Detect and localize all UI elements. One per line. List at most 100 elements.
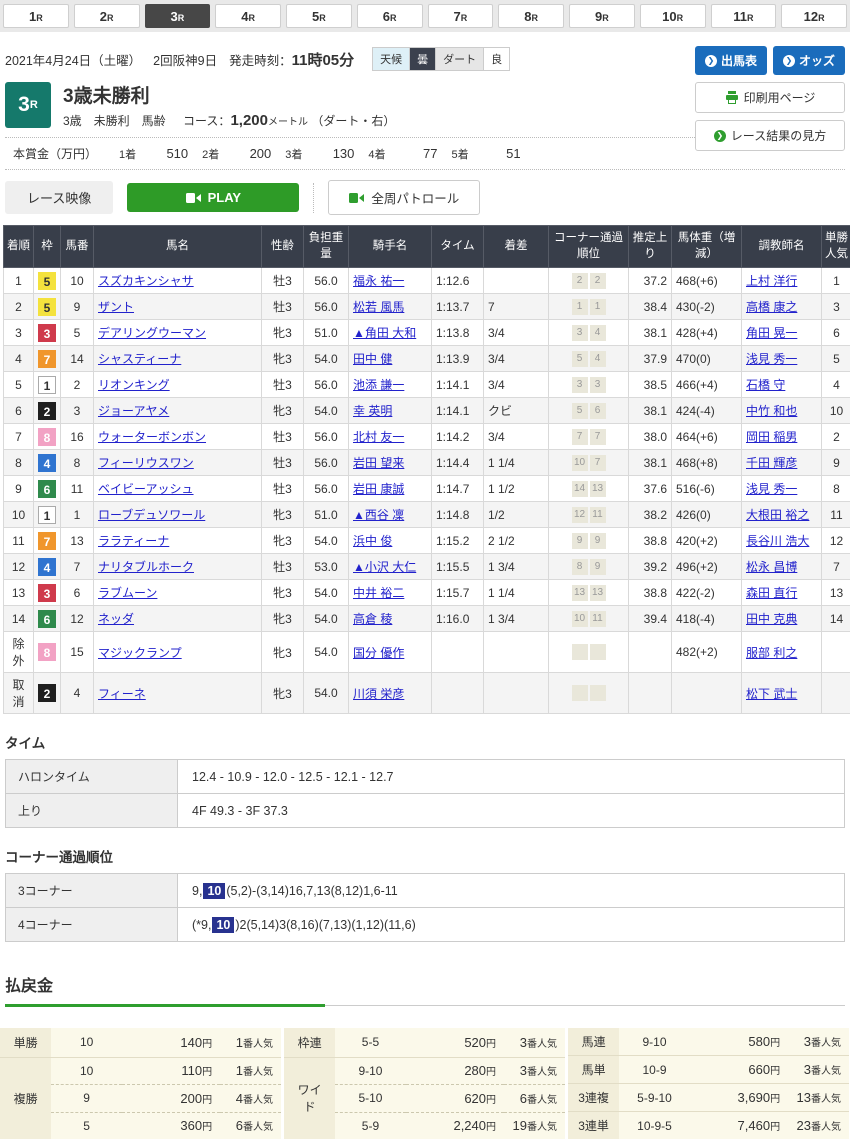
- horse-weight: 422(-2): [672, 580, 742, 606]
- horse-name-link[interactable]: マジックランプ: [98, 646, 182, 660]
- horse-name-link[interactable]: ローブデュソワール: [98, 508, 205, 522]
- jockey-name-link[interactable]: 浜中 俊: [353, 534, 392, 548]
- race-tab-11r[interactable]: 11R: [711, 4, 777, 28]
- finish-time: 1:15.7: [432, 580, 484, 606]
- jockey-name-link[interactable]: 池添 謙一: [353, 378, 404, 392]
- trainer-cell: 中竹 和也: [742, 398, 822, 424]
- horse-name-link[interactable]: スズカキンシャサ: [98, 274, 194, 288]
- race-tab-3r[interactable]: 3R: [145, 4, 211, 28]
- payout-amount: 7,460: [738, 1118, 771, 1133]
- trainer-name-link[interactable]: 高橋 康之: [746, 300, 797, 314]
- trainer-name-link[interactable]: 石橋 守: [746, 378, 785, 392]
- race-tab-2r[interactable]: 2R: [74, 4, 140, 28]
- jockey-name-link[interactable]: 中井 裕二: [353, 586, 404, 600]
- entries-button[interactable]: ❯ 出馬表: [695, 46, 767, 75]
- win-favorite-rank: [822, 673, 850, 714]
- jockey-name-link[interactable]: 国分 優作: [353, 646, 404, 660]
- prize-rank: 4着: [368, 146, 385, 162]
- trainer-name-link[interactable]: 浅見 秀一: [746, 482, 797, 496]
- trainer-name-link[interactable]: 松永 昌博: [746, 560, 797, 574]
- meet-info: 2回阪神9日: [153, 50, 217, 69]
- jockey-name-link[interactable]: 松若 風馬: [353, 300, 404, 314]
- jockey-name-link[interactable]: ▲角田 大和: [353, 326, 416, 340]
- trainer-name-link[interactable]: 上村 洋行: [746, 274, 797, 288]
- results-guide-button[interactable]: ❯ レース結果の見方: [695, 120, 845, 151]
- horse-name-link[interactable]: フィーネ: [98, 687, 146, 701]
- corner-position-box: 4: [590, 325, 606, 341]
- horse-name-link[interactable]: ザント: [98, 300, 134, 314]
- corner-positions-cell: 56: [549, 398, 629, 424]
- race-tab-7r[interactable]: 7R: [428, 4, 494, 28]
- corner-positions-cell: [549, 632, 629, 673]
- payout-combination: 10-9-5: [619, 1112, 690, 1139]
- tab-suffix: R: [248, 13, 255, 23]
- trainer-cell: 森田 直行: [742, 580, 822, 606]
- horse-name-link[interactable]: リオンキング: [98, 378, 170, 392]
- trainer-name-link[interactable]: 浅見 秀一: [746, 352, 797, 366]
- last-3f: [629, 632, 672, 673]
- jockey-name-link[interactable]: ▲小沢 大仁: [353, 560, 416, 574]
- jockey-name-link[interactable]: 北村 友一: [353, 430, 404, 444]
- sex-age: 牝3: [262, 632, 304, 673]
- jockey-name-link[interactable]: 田中 健: [353, 352, 392, 366]
- trainer-name-link[interactable]: 服部 利之: [746, 646, 797, 660]
- trainer-name-link[interactable]: 中竹 和也: [746, 404, 797, 418]
- horse-weight: 482(+2): [672, 632, 742, 673]
- horse-name-link[interactable]: ナリタブルホーク: [98, 560, 194, 574]
- race-tab-9r[interactable]: 9R: [569, 4, 635, 28]
- trainer-name-link[interactable]: 松下 武士: [746, 687, 797, 701]
- race-tab-1r[interactable]: 1R: [3, 4, 69, 28]
- horse-name-link[interactable]: シャスティーナ: [98, 352, 181, 366]
- favorite-unit: 番人気: [811, 1122, 841, 1133]
- horse-name-link[interactable]: ジョーアヤメ: [98, 404, 169, 418]
- corner-position-box: 13: [590, 481, 606, 497]
- race-tab-8r[interactable]: 8R: [498, 4, 564, 28]
- play-button-label: PLAY: [208, 190, 241, 205]
- race-tab-10r[interactable]: 10R: [640, 4, 706, 28]
- sex-age: 牝3: [262, 502, 304, 528]
- jockey-name-link[interactable]: 岩田 康誠: [353, 482, 404, 496]
- trainer-name-link[interactable]: 長谷川 浩大: [746, 534, 809, 548]
- race-tab-4r[interactable]: 4R: [215, 4, 281, 28]
- jockey-cell: ▲角田 大和: [349, 320, 432, 346]
- corner-position-box: 10: [572, 455, 588, 471]
- payout-row: 枠連5-5520円3番人気: [284, 1028, 565, 1057]
- jockey-name-link[interactable]: ▲西谷 凜: [353, 508, 404, 522]
- print-button[interactable]: 印刷用ページ: [695, 82, 845, 113]
- horse-name-link[interactable]: ララティーナ: [98, 534, 169, 548]
- horse-name-link[interactable]: フィーリウスワン: [98, 456, 194, 470]
- odds-button[interactable]: ❯ オッズ: [773, 46, 845, 75]
- horse-name-link[interactable]: ウォーターボンボン: [98, 430, 206, 444]
- jockey-name-link[interactable]: 福永 祐一: [353, 274, 404, 288]
- tab-suffix: R: [36, 13, 43, 23]
- horse-name-link[interactable]: ネッダ: [98, 612, 134, 626]
- jockey-name-link[interactable]: 川須 栄彦: [353, 687, 404, 701]
- last-3f: [629, 673, 672, 714]
- column-header: 性齢: [262, 226, 304, 268]
- prize-rank: 2着: [202, 146, 219, 162]
- finish-position: 5: [4, 372, 34, 398]
- race-tab-6r[interactable]: 6R: [357, 4, 423, 28]
- jockey-name-link[interactable]: 幸 英明: [353, 404, 392, 418]
- trainer-name-link[interactable]: 森田 直行: [746, 586, 797, 600]
- tab-suffix: R: [461, 13, 468, 23]
- start-time: 11時05分: [292, 52, 355, 69]
- trainer-name-link[interactable]: 岡田 稲男: [746, 430, 797, 444]
- horse-name-link[interactable]: ベイビーアッシュ: [98, 482, 194, 496]
- race-tab-5r[interactable]: 5R: [286, 4, 352, 28]
- horse-name-link[interactable]: デアリングウーマン: [98, 326, 206, 340]
- horse-name-link[interactable]: ラブムーン: [98, 586, 157, 600]
- jockey-name-link[interactable]: 高倉 稜: [353, 612, 392, 626]
- jockey-name-link[interactable]: 岩田 望来: [353, 456, 404, 470]
- patrol-video-button[interactable]: 全周パトロール: [328, 180, 480, 215]
- last-3f: 37.6: [629, 476, 672, 502]
- trainer-cell: 大根田 裕之: [742, 502, 822, 528]
- horse-name-cell: シャスティーナ: [94, 346, 262, 372]
- race-tab-12r[interactable]: 12R: [781, 4, 847, 28]
- trainer-name-link[interactable]: 大根田 裕之: [746, 508, 809, 522]
- trainer-name-link[interactable]: 千田 輝彦: [746, 456, 797, 470]
- trainer-name-link[interactable]: 田中 克典: [746, 612, 797, 626]
- race-video-label: レース映像: [5, 181, 113, 214]
- play-button[interactable]: PLAY: [127, 183, 299, 212]
- trainer-name-link[interactable]: 角田 晃一: [746, 326, 797, 340]
